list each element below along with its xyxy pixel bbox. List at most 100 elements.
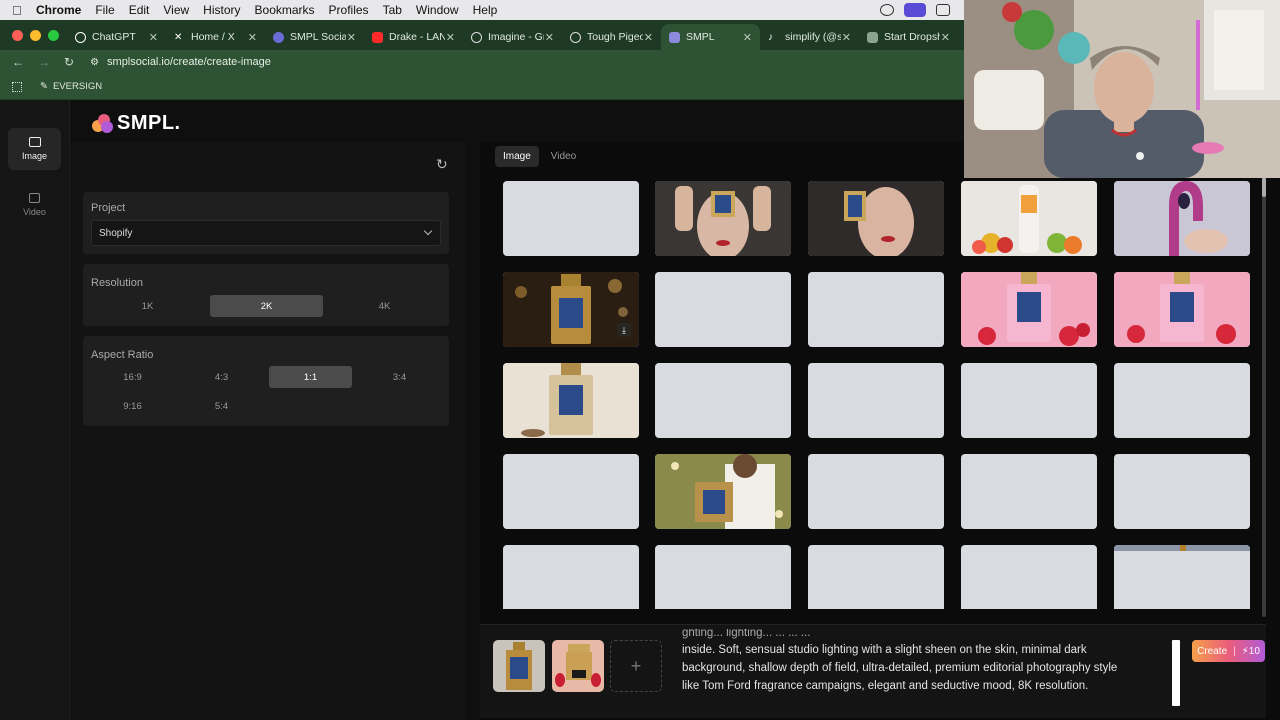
close-tab-icon[interactable]: ✕ bbox=[545, 31, 554, 44]
gallery-tile-placeholder[interactable] bbox=[1114, 363, 1250, 438]
download-icon[interactable]: ⤓ bbox=[617, 323, 631, 337]
reload-icon[interactable]: ↻ bbox=[64, 55, 74, 69]
close-tab-icon[interactable]: ✕ bbox=[743, 31, 752, 44]
gallery-tile-placeholder[interactable] bbox=[1114, 545, 1250, 609]
sound-icon[interactable] bbox=[880, 4, 894, 16]
gallery-tile-placeholder[interactable] bbox=[503, 181, 639, 256]
back-icon[interactable]: ← bbox=[12, 55, 24, 69]
tab-drake[interactable]: Drake - LAND✕ bbox=[364, 24, 463, 50]
prompt-input[interactable]: ghting... lighting... ... ... ... inside… bbox=[682, 629, 1162, 709]
zoom-window-button[interactable] bbox=[48, 29, 59, 41]
resolution-card: Resolution 1K 2K 4K bbox=[83, 264, 449, 326]
gallery-tile-placeholder[interactable] bbox=[808, 272, 944, 347]
webcam-overlay bbox=[964, 0, 1280, 178]
menu-bookmarks[interactable]: Bookmarks bbox=[255, 3, 315, 17]
gallery-tile-placeholder[interactable] bbox=[808, 454, 944, 529]
gallery-tab-video[interactable]: Video bbox=[543, 146, 584, 167]
gallery-tile-man-perfume[interactable] bbox=[655, 454, 791, 529]
scrollbar-thumb[interactable] bbox=[1262, 177, 1266, 197]
menu-profiles[interactable]: Profiles bbox=[329, 3, 369, 17]
tab-imagine[interactable]: Imagine - Gro✕ bbox=[463, 24, 562, 50]
tab-smpl[interactable]: SMPL ✕ bbox=[661, 24, 760, 50]
site-info-icon[interactable]: ⚙ bbox=[90, 57, 99, 68]
aspect-4-3[interactable]: 4:3 bbox=[180, 366, 263, 388]
gallery-tile-hand-hook[interactable] bbox=[1114, 181, 1250, 256]
resolution-2k[interactable]: 2K bbox=[210, 295, 323, 317]
smpl-logo[interactable]: SMPL. bbox=[92, 112, 181, 135]
create-button[interactable]: Create | ⚡10 bbox=[1192, 640, 1265, 662]
refresh-icon[interactable]: ↻ bbox=[436, 156, 448, 173]
apps-grid-icon[interactable] bbox=[12, 81, 22, 92]
gallery-tile-placeholder[interactable] bbox=[503, 454, 639, 529]
tab-x[interactable]: ✕ Home / X ✕ bbox=[166, 24, 265, 50]
gallery-tile-perfume-cream[interactable] bbox=[503, 363, 639, 438]
gallery-tile-placeholder[interactable] bbox=[961, 545, 1097, 609]
url-field[interactable]: ⚙ smplsocial.io/create/create-image bbox=[90, 56, 271, 68]
close-tab-icon[interactable]: ✕ bbox=[842, 31, 851, 44]
minimize-window-button[interactable] bbox=[30, 29, 41, 41]
menu-window[interactable]: Window bbox=[416, 3, 459, 17]
close-window-button[interactable] bbox=[12, 29, 23, 41]
aspect-9-16[interactable]: 9:16 bbox=[91, 395, 174, 417]
close-tab-icon[interactable]: ✕ bbox=[644, 31, 653, 44]
bookmark-eversign[interactable]: ✎ EVERSIGN bbox=[40, 81, 102, 92]
apple-icon[interactable]:  bbox=[12, 3, 30, 18]
gallery-tile-placeholder[interactable] bbox=[1114, 454, 1250, 529]
reference-image-hand[interactable] bbox=[552, 640, 604, 692]
gallery-tile-pink-perfume[interactable] bbox=[1114, 272, 1250, 347]
gallery-tile-placeholder[interactable] bbox=[808, 363, 944, 438]
menu-help[interactable]: Help bbox=[473, 3, 498, 17]
perfume-cream-image bbox=[503, 363, 639, 438]
gallery-tile-model-perfume[interactable] bbox=[655, 181, 791, 256]
menu-file[interactable]: File bbox=[95, 3, 114, 17]
gallery-tile-placeholder[interactable] bbox=[655, 272, 791, 347]
close-tab-icon[interactable]: ✕ bbox=[347, 31, 356, 44]
window-controls bbox=[12, 29, 59, 41]
tab-start-dropship[interactable]: Start Dropsh ✕ bbox=[859, 24, 958, 50]
add-reference-button[interactable]: + bbox=[610, 640, 662, 692]
url-text[interactable]: smplsocial.io/create/create-image bbox=[107, 56, 271, 68]
gallery-scrollbar[interactable] bbox=[1262, 177, 1266, 617]
resolution-1k[interactable]: 1K bbox=[91, 295, 204, 317]
gallery-tile-placeholder[interactable] bbox=[961, 454, 1097, 529]
menu-view[interactable]: View bbox=[163, 3, 189, 17]
resolution-4k[interactable]: 4K bbox=[328, 295, 441, 317]
close-tab-icon[interactable]: ✕ bbox=[149, 31, 158, 44]
prompt-scrollbar[interactable] bbox=[1172, 640, 1180, 706]
close-tab-icon[interactable]: ✕ bbox=[248, 31, 257, 44]
close-tab-icon[interactable]: ✕ bbox=[941, 31, 950, 44]
aspect-16-9[interactable]: 16:9 bbox=[91, 366, 174, 388]
resolution-title: Resolution bbox=[91, 277, 143, 289]
tab-tiktok[interactable]: ♪ simplify (@si ✕ bbox=[760, 24, 859, 50]
aspect-3-4[interactable]: 3:4 bbox=[358, 366, 441, 388]
project-select[interactable]: Shopify bbox=[91, 220, 441, 246]
gallery-tab-image[interactable]: Image bbox=[495, 146, 539, 167]
gallery-tile-model-perfume[interactable] bbox=[808, 181, 944, 256]
gallery-tile-placeholder[interactable] bbox=[655, 363, 791, 438]
menu-tab[interactable]: Tab bbox=[383, 3, 402, 17]
close-tab-icon[interactable]: ✕ bbox=[446, 31, 455, 44]
gallery-tile-placeholder[interactable] bbox=[503, 545, 639, 609]
gallery-tile-placeholder[interactable] bbox=[961, 363, 1097, 438]
menu-history[interactable]: History bbox=[203, 3, 240, 17]
screen-record-icon[interactable] bbox=[904, 3, 926, 17]
menu-chrome[interactable]: Chrome bbox=[36, 3, 81, 17]
tab-tough-pigeon[interactable]: Tough Pigeon✕ bbox=[562, 24, 661, 50]
grok-icon bbox=[471, 31, 482, 43]
menu-edit[interactable]: Edit bbox=[129, 3, 150, 17]
gallery-tile-pink-perfume[interactable] bbox=[961, 272, 1097, 347]
tab-chatgpt[interactable]: ChatGPT ✕ bbox=[67, 24, 166, 50]
rail-video[interactable]: Video bbox=[8, 184, 61, 226]
gallery-tile-placeholder[interactable] bbox=[655, 545, 791, 609]
rail-image[interactable]: Image bbox=[8, 128, 61, 170]
forward-icon[interactable]: → bbox=[38, 55, 50, 69]
aspect-5-4[interactable]: 5:4 bbox=[180, 395, 263, 417]
aspect-1-1[interactable]: 1:1 bbox=[269, 366, 352, 388]
fruit-bottle-image bbox=[961, 181, 1097, 256]
gallery-tile-fruit-bottle[interactable] bbox=[961, 181, 1097, 256]
gallery-tile-perfume-bokeh[interactable]: ⤓ bbox=[503, 272, 639, 347]
camera-icon[interactable] bbox=[936, 4, 950, 16]
tab-smpl-social[interactable]: SMPL Social ✕ bbox=[265, 24, 364, 50]
reference-image-perfume[interactable] bbox=[493, 640, 545, 692]
gallery-tile-placeholder[interactable] bbox=[808, 545, 944, 609]
